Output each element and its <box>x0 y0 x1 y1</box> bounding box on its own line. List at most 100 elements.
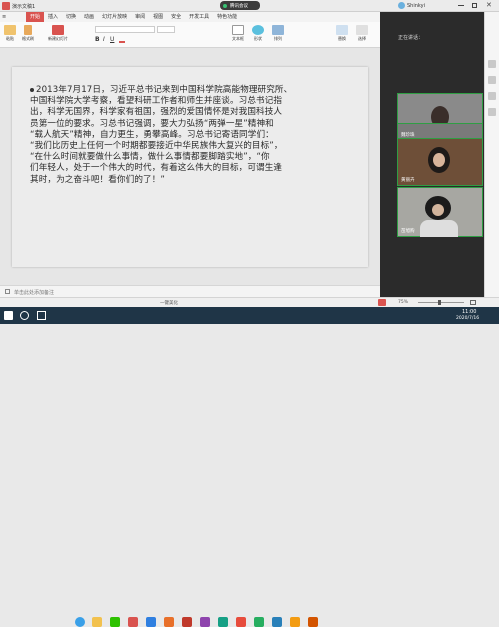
participant-name: 黄丽卉 <box>401 178 415 183</box>
status-bar: 一键美化 75% <box>0 297 499 307</box>
arrange-button[interactable]: 排列 <box>272 25 284 42</box>
backup-icon[interactable] <box>488 108 496 116</box>
slide-text-line: 其时，为之奋斗吧！看你们的了！” <box>30 174 165 185</box>
ribbon-tab[interactable]: 开始 <box>26 12 45 22</box>
browser-icon[interactable] <box>75 617 85 627</box>
cursor-icon <box>356 25 368 35</box>
select-button[interactable]: 选择 <box>356 25 368 42</box>
participant-video-tile[interactable]: 苗旭购 <box>397 187 483 237</box>
notes-pane[interactable]: 单击此处添加备注 <box>0 285 380 297</box>
app-icon[interactable] <box>272 617 282 627</box>
font-family-select[interactable] <box>95 26 155 33</box>
paste-button[interactable]: 粘贴 <box>4 25 16 42</box>
participant-name: 苗旭购 <box>401 229 415 234</box>
textbox-icon <box>232 25 244 35</box>
slide-text-line: 们年轻人，处于一个伟大的时代，有着这么伟大的目标，可谓生逢 <box>30 163 283 174</box>
taskbar: 11:00 2020/7/16 <box>0 307 499 627</box>
property-icon[interactable] <box>488 60 496 68</box>
fit-window-icon[interactable] <box>470 300 476 305</box>
slide-text-line: “载人航天”精神，自力更生，勇攀高峰。习总书记寄语同学们： <box>30 129 274 140</box>
paste-label: 粘贴 <box>6 36 14 41</box>
ribbon-toolbar: 粘贴 格式刷 新建幻灯片 B I U 文本框 形状 排列 替换 选择 <box>0 22 380 48</box>
zoom-slider-thumb[interactable] <box>438 300 441 305</box>
play-button[interactable] <box>378 299 386 306</box>
participant-video-tile[interactable]: 黄丽卉 <box>397 138 483 186</box>
app-icon[interactable] <box>254 617 264 627</box>
notes-icon <box>5 289 10 294</box>
clock-date[interactable]: 2020/7/16 <box>456 316 479 321</box>
folder-icon[interactable] <box>92 617 102 627</box>
notes-placeholder: 单击此处添加备注 <box>14 290 55 296</box>
bullet-icon <box>30 87 34 92</box>
shapes-label: 形状 <box>254 36 262 41</box>
app-icon[interactable] <box>236 617 246 627</box>
slide-text-line: “在什么时间就要做什么事情，做什么事情都要脚踏实地”，“你 <box>30 152 270 163</box>
start-icon[interactable] <box>4 311 13 320</box>
app-icon[interactable] <box>218 617 228 627</box>
wechat-icon[interactable] <box>110 617 120 627</box>
avatar[interactable] <box>398 2 405 9</box>
speaking-label: 正在讲话： <box>398 35 424 41</box>
maximize-icon[interactable] <box>472 3 477 8</box>
slide-text-line: 中国科学院大学考察，看望科研工作者和师生并座谈。习总书记指 <box>30 96 283 107</box>
taskview-icon[interactable] <box>37 311 46 320</box>
slide-text-box[interactable]: 2013年7月17日，习近平总书记来到中国科学院高能物理研究所、 中国科学院大学… <box>30 85 350 186</box>
minimize-icon[interactable] <box>458 5 464 6</box>
format-painter-label: 格式刷 <box>22 36 34 41</box>
ribbon-tab-bar: ≡ 开始 插入 切换 动画 幻灯片放映 审阅 视图 安全 开发工具 特色功能 <box>0 12 380 22</box>
slide-icon <box>52 25 64 35</box>
zoom-slider[interactable] <box>418 302 464 303</box>
ribbon-tabs: 开始 插入 切换 动画 幻灯片放映 审阅 视图 安全 开发工具 特色功能 <box>26 12 241 22</box>
shapes-button[interactable]: 形状 <box>252 25 264 42</box>
ribbon-tab[interactable]: 插入 <box>44 12 62 22</box>
animation-icon[interactable] <box>488 76 496 84</box>
media-app-icon[interactable] <box>164 617 174 627</box>
participant-body <box>420 220 458 237</box>
arrange-icon <box>272 25 284 35</box>
ribbon-tab[interactable]: 视图 <box>149 12 167 22</box>
paste-icon <box>4 25 16 35</box>
clock-time[interactable]: 11:00 <box>462 309 476 315</box>
shapes-icon <box>252 25 264 35</box>
font-size-select[interactable] <box>157 26 175 33</box>
ribbon-tab[interactable]: 审阅 <box>131 12 149 22</box>
right-task-pane-rail <box>484 12 499 297</box>
participant-face <box>433 153 445 167</box>
ribbon-tab[interactable]: 特色功能 <box>213 12 241 22</box>
ribbon-tab[interactable]: 开发工具 <box>185 12 213 22</box>
replace-button[interactable]: 替换 <box>336 25 348 42</box>
slide-text-line: 2013年7月17日，习近平总书记来到中国科学院高能物理研究所、 <box>30 85 350 96</box>
file-menu[interactable]: ≡ <box>2 14 6 20</box>
search-icon <box>336 25 348 35</box>
ribbon-tab[interactable]: 安全 <box>167 12 185 22</box>
select-pane-icon[interactable] <box>488 92 496 100</box>
search-icon[interactable] <box>20 311 29 320</box>
close-icon[interactable]: ✕ <box>486 1 492 9</box>
beautify-button[interactable]: 一键美化 <box>160 300 178 306</box>
ribbon-tab[interactable]: 动画 <box>80 12 98 22</box>
record-indicator[interactable]: 腾讯会议 <box>220 1 260 10</box>
app-title: 演示文稿1 <box>12 4 36 10</box>
font-controls: B I U <box>95 26 215 44</box>
format-painter-button[interactable]: 格式刷 <box>22 25 34 42</box>
ribbon-tab[interactable]: 切换 <box>62 12 80 22</box>
app-icon[interactable] <box>200 617 210 627</box>
app-icon[interactable] <box>308 617 318 627</box>
app-logo-icon <box>2 2 10 10</box>
new-slide-button[interactable]: 新建幻灯片 <box>48 25 68 42</box>
presentation-app-icon[interactable] <box>128 617 138 627</box>
title-bar: 演示文稿1 腾讯会议 Shinkyi ✕ <box>0 0 499 12</box>
underline-button[interactable]: U <box>110 36 114 43</box>
meeting-app-icon[interactable] <box>146 617 156 627</box>
zoom-level: 75% <box>398 300 409 305</box>
font-color-icon[interactable] <box>119 36 125 43</box>
bold-button[interactable]: B <box>95 36 100 43</box>
app-icon[interactable] <box>290 617 300 627</box>
ribbon-tab[interactable]: 幻灯片放映 <box>98 12 131 22</box>
record-dot-icon <box>223 3 227 8</box>
slide-text-line: “我们比历史上任何一个时期都要接近中华民族伟大复兴的目标”， <box>30 141 283 152</box>
record-label: 腾讯会议 <box>230 4 248 9</box>
wps-app-icon[interactable] <box>182 617 192 627</box>
textbox-button[interactable]: 文本框 <box>232 25 244 42</box>
italic-button[interactable]: I <box>103 36 105 43</box>
